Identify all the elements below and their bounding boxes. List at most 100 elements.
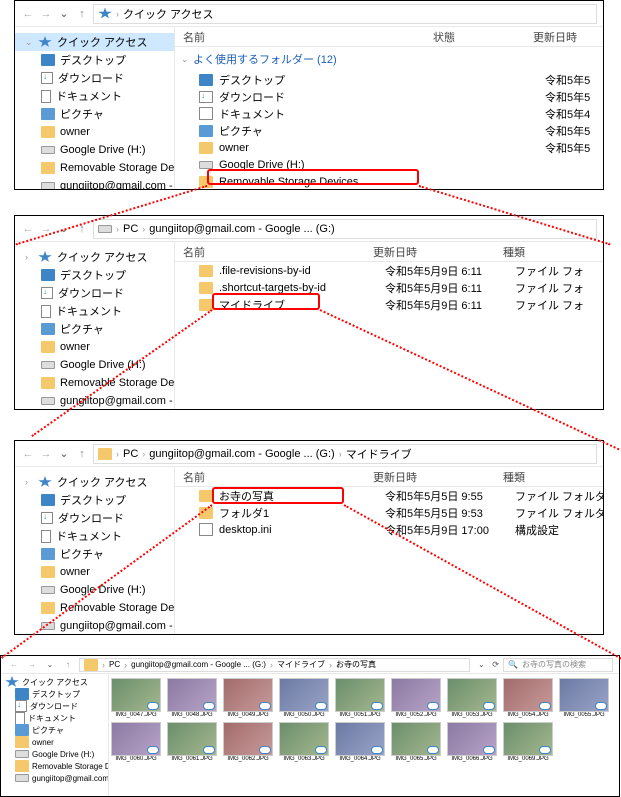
thumbnail[interactable]: IMG_0049.JPG bbox=[223, 678, 273, 718]
crumb-mydrive[interactable]: マイドライブ bbox=[277, 659, 325, 670]
file-row[interactable]: ドキュメント令和5年4 bbox=[175, 105, 603, 122]
address-drop-icon[interactable]: ⌄ bbox=[474, 660, 488, 669]
thumbnail[interactable]: IMG_0066.JPG bbox=[447, 722, 497, 762]
sidebar-item-gdrive[interactable]: Google Drive (H:) bbox=[15, 356, 174, 374]
thumbnail[interactable]: IMG_0063.JPG bbox=[279, 722, 329, 762]
crumb-folder[interactable]: お寺の写真 bbox=[336, 659, 376, 670]
nav-up-icon[interactable]: ↑ bbox=[75, 223, 89, 235]
sidebar-item-quick[interactable]: ›クイック アクセス bbox=[15, 473, 174, 491]
crumb-acct[interactable]: gungiitop@gmail.com - Google ... (G:) bbox=[149, 223, 334, 235]
sidebar-item-quick[interactable]: クイック アクセス bbox=[1, 676, 108, 688]
sidebar-item-downloads[interactable]: ダウンロード bbox=[15, 69, 174, 87]
file-row[interactable]: デスクトップ令和5年5 bbox=[175, 71, 603, 88]
sidebar-item-removable[interactable]: Removable Storage Devices bbox=[15, 159, 174, 177]
nav-fwd-icon[interactable]: → bbox=[39, 8, 53, 20]
crumb-pc[interactable]: PC bbox=[123, 223, 138, 235]
sidebar-item-owner[interactable]: owner bbox=[15, 338, 174, 356]
nav-fwd-icon[interactable]: → bbox=[39, 448, 53, 460]
sidebar-item-owner[interactable]: owner bbox=[1, 736, 108, 748]
sidebar-item-removable[interactable]: Removable Storage Devices bbox=[15, 599, 174, 617]
sidebar-item-pictures[interactable]: ピクチャ bbox=[1, 724, 108, 736]
nav-recent-icon[interactable]: ⌄ bbox=[57, 222, 71, 235]
sidebar-item-pictures[interactable]: ピクチャ bbox=[15, 320, 174, 338]
sidebar-item-gdrive[interactable]: Google Drive (H:) bbox=[15, 581, 174, 599]
sidebar-item-desktop[interactable]: デスクトップ bbox=[15, 491, 174, 509]
col-date[interactable]: 更新日時 bbox=[365, 469, 495, 485]
sidebar-item-owner[interactable]: owner bbox=[15, 123, 174, 141]
thumbnail[interactable]: IMG_0052.JPG bbox=[391, 678, 441, 718]
sidebar-item-quick[interactable]: ›クイック アクセス bbox=[15, 248, 174, 266]
file-row[interactable]: ピクチャ令和5年5 bbox=[175, 122, 603, 139]
col-name[interactable]: 名前 bbox=[175, 244, 365, 260]
sidebar-item-pictures[interactable]: ピクチャ bbox=[15, 105, 174, 123]
breadcrumb[interactable]: › クイック アクセス bbox=[93, 4, 597, 24]
sidebar-item-desktop[interactable]: デスクトップ bbox=[15, 51, 174, 69]
col-name[interactable]: 名前 bbox=[175, 469, 365, 485]
nav-back-icon[interactable]: ← bbox=[21, 8, 35, 20]
col-type[interactable]: 種類 bbox=[495, 469, 603, 485]
thumbnail[interactable]: IMG_0065.JPG bbox=[391, 722, 441, 762]
col-name[interactable]: 名前 bbox=[175, 29, 425, 45]
refresh-icon[interactable]: ⟳ bbox=[492, 660, 499, 669]
nav-back-icon[interactable]: ← bbox=[21, 223, 35, 235]
column-headers[interactable]: 名前 更新日時 種類 bbox=[175, 467, 603, 487]
nav-recent-icon[interactable]: ⌄ bbox=[43, 660, 57, 669]
breadcrumb[interactable]: › PC› gungiitop@gmail.com - Google ... (… bbox=[93, 444, 597, 464]
col-type[interactable]: 種類 bbox=[495, 244, 603, 260]
breadcrumb[interactable]: › PC› gungiitop@gmail.com - Google ... (… bbox=[93, 219, 597, 239]
sidebar-item-documents[interactable]: ドキュメント bbox=[15, 527, 174, 545]
sidebar-item-downloads[interactable]: ダウンロード bbox=[15, 284, 174, 302]
file-row[interactable]: .shortcut-targets-by-id令和5年5月9日 6:11ファイル… bbox=[175, 279, 603, 296]
nav-up-icon[interactable]: ↑ bbox=[61, 660, 75, 669]
nav-fwd-icon[interactable]: → bbox=[25, 660, 39, 669]
col-status[interactable]: 状態 bbox=[425, 29, 525, 45]
file-row[interactable]: ダウンロード令和5年5 bbox=[175, 88, 603, 105]
thumbnail[interactable]: IMG_0062.JPG bbox=[223, 722, 273, 762]
sidebar-item-gacct[interactable]: gungiitop@gmail.com - Gc bbox=[15, 392, 174, 409]
nav-up-icon[interactable]: ↑ bbox=[75, 448, 89, 460]
thumbnail[interactable]: IMG_0051.JPG bbox=[335, 678, 385, 718]
sidebar-item-desktop[interactable]: デスクトップ bbox=[15, 266, 174, 284]
sidebar-item-documents[interactable]: ドキュメント bbox=[15, 87, 174, 105]
thumbnail[interactable]: IMG_0060.JPG bbox=[111, 722, 161, 762]
file-row[interactable]: desktop.ini令和5年5月9日 17:00構成設定 bbox=[175, 521, 603, 538]
thumbnail[interactable]: IMG_0047.JPG bbox=[111, 678, 161, 718]
nav-recent-icon[interactable]: ⌄ bbox=[57, 7, 71, 20]
file-row[interactable]: Google Drive (H:) bbox=[175, 156, 603, 173]
sidebar-item-documents[interactable]: ドキュメント bbox=[15, 302, 174, 320]
crumb-quick[interactable]: クイック アクセス bbox=[123, 6, 214, 22]
thumbnail[interactable]: IMG_0050.JPG bbox=[279, 678, 329, 718]
file-row[interactable]: .file-revisions-by-id令和5年5月9日 6:11ファイル フ… bbox=[175, 262, 603, 279]
sidebar-item-quick[interactable]: ⌄クイック アクセス bbox=[15, 33, 174, 51]
file-row[interactable]: Removable Storage Devices bbox=[175, 173, 603, 189]
file-row[interactable]: owner令和5年5 bbox=[175, 139, 603, 156]
nav-back-icon[interactable]: ← bbox=[21, 448, 35, 460]
sidebar-item-removable[interactable]: Removable Storage Devices bbox=[15, 374, 174, 392]
file-row[interactable]: マイドライブ令和5年5月9日 6:11ファイル フォ bbox=[175, 296, 603, 313]
sidebar-item-downloads[interactable]: ダウンロード bbox=[1, 700, 108, 712]
file-row[interactable]: フォルダ1令和5年5月5日 9:53ファイル フォルダー bbox=[175, 504, 603, 521]
thumbnail[interactable]: IMG_0069.JPG bbox=[503, 722, 553, 762]
thumbnail[interactable]: IMG_0055.JPG bbox=[559, 678, 609, 718]
sidebar-item-gdrive[interactable]: Google Drive (H:) bbox=[15, 141, 174, 159]
col-date[interactable]: 更新日時 bbox=[365, 244, 495, 260]
sidebar-item-gacct[interactable]: gungiitop@gmail.com - Gc bbox=[15, 617, 174, 634]
column-headers[interactable]: 名前 状態 更新日時 bbox=[175, 27, 603, 47]
search-input[interactable]: 🔍 お寺の写真の検索 bbox=[503, 658, 613, 672]
crumb-pc[interactable]: PC bbox=[109, 660, 120, 669]
sidebar-item-documents[interactable]: ドキュメント bbox=[1, 712, 108, 724]
nav-fwd-icon[interactable]: → bbox=[39, 223, 53, 235]
thumbnail[interactable]: IMG_0048.JPG bbox=[167, 678, 217, 718]
sidebar-item-downloads[interactable]: ダウンロード bbox=[15, 509, 174, 527]
column-headers[interactable]: 名前 更新日時 種類 bbox=[175, 242, 603, 262]
sidebar-item-gacct[interactable]: gungiitop@gmail.com - Gc bbox=[15, 177, 174, 189]
thumbnail[interactable]: IMG_0061.JPG bbox=[167, 722, 217, 762]
nav-recent-icon[interactable]: ⌄ bbox=[57, 447, 71, 460]
breadcrumb[interactable]: › PC› gungiitop@gmail.com - Google ... (… bbox=[79, 658, 470, 672]
file-row[interactable]: お寺の写真令和5年5月5日 9:55ファイル フォルダー bbox=[175, 487, 603, 504]
thumbnail[interactable]: IMG_0054.JPG bbox=[503, 678, 553, 718]
nav-up-icon[interactable]: ↑ bbox=[75, 8, 89, 20]
sidebar-item-removable[interactable]: Removable Storage Devices bbox=[1, 760, 108, 772]
col-date[interactable]: 更新日時 bbox=[525, 29, 603, 45]
crumb-acct[interactable]: gungiitop@gmail.com - Google ... (G:) bbox=[149, 448, 334, 460]
